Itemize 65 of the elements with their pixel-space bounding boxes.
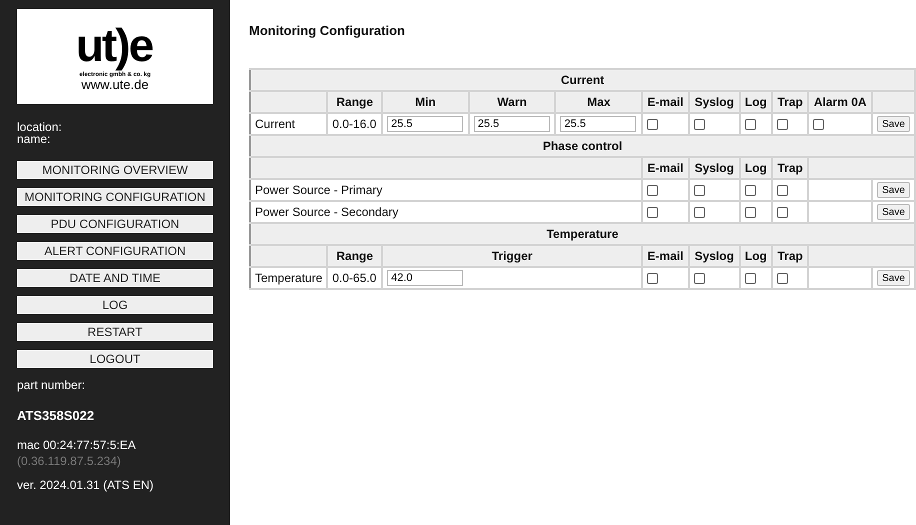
menu-button[interactable]: MONITORING CONFIGURATION [17, 188, 213, 206]
column-header: E-mail [642, 245, 689, 267]
checkbox[interactable] [744, 185, 756, 196]
checkbox[interactable] [744, 119, 756, 130]
save-button[interactable]: Save [877, 182, 910, 198]
column-header: E-mail [642, 157, 689, 179]
name-label: name: [17, 133, 52, 145]
checkbox[interactable] [777, 119, 788, 130]
column-header: Syslog [688, 157, 740, 179]
column-header: Range [327, 245, 382, 267]
mac-address: mac 00:24:77:57:5:EA [17, 438, 137, 452]
part-number: ATS358S022 [17, 408, 96, 423]
logo-url: www.ute.de [81, 78, 149, 90]
ip-address: (0.36.119.87.5.234) [17, 454, 122, 468]
save-button[interactable]: Save [877, 270, 910, 286]
column-header: Trigger [382, 245, 642, 267]
column-header: E-mail [642, 91, 689, 113]
table-cell: Power Source - Primary [250, 179, 642, 201]
checkbox[interactable] [694, 207, 705, 218]
column-header: Trap [772, 157, 808, 179]
menu-button[interactable]: MONITORING OVERVIEW [17, 161, 213, 179]
input-field[interactable]: 25.5 [474, 116, 550, 132]
menu-button[interactable]: ALERT CONFIGURATION [17, 242, 213, 260]
section-title: Phase control [250, 135, 915, 157]
column-header: Alarm 0A [808, 91, 872, 113]
column-header: Syslog [688, 91, 740, 113]
menu-button[interactable]: DATE AND TIME [17, 269, 213, 287]
menu-button[interactable]: PDU CONFIGURATION [17, 215, 213, 233]
section-title: Current [250, 69, 915, 91]
checkbox[interactable] [744, 207, 756, 218]
menu-button[interactable]: LOGOUT [17, 350, 213, 368]
checkbox[interactable] [647, 185, 658, 196]
checkbox[interactable] [647, 119, 658, 130]
table-cell: Temperature [250, 267, 328, 289]
menu-button[interactable]: RESTART [17, 323, 213, 341]
table-cell: 0.0-65.0 [327, 267, 382, 289]
page-title: Monitoring Configuration [249, 23, 406, 38]
save-button[interactable]: Save [877, 116, 910, 132]
column-header: Syslog [688, 245, 740, 267]
checkbox[interactable] [777, 273, 788, 284]
checkbox[interactable] [647, 207, 658, 218]
checkbox[interactable] [777, 207, 788, 218]
checkbox[interactable] [744, 273, 756, 284]
menu-button[interactable]: LOG [17, 296, 213, 314]
column-header: Trap [772, 91, 808, 113]
checkbox[interactable] [777, 185, 788, 196]
version-text: ver. 2024.01.31 (ATS EN) [17, 478, 155, 492]
part-number-label: part number: [17, 378, 86, 392]
location-label: location: [17, 121, 63, 133]
checkbox[interactable] [813, 119, 824, 130]
column-header: Range [327, 91, 382, 113]
section-title: Temperature [250, 223, 915, 245]
column-header: Trap [772, 245, 808, 267]
checkbox[interactable] [647, 273, 658, 284]
save-button[interactable]: Save [877, 204, 910, 220]
logo-mark: ut)e [76, 18, 154, 70]
checkbox[interactable] [694, 119, 705, 130]
column-header: Warn [468, 91, 556, 113]
checkbox[interactable] [694, 185, 705, 196]
input-field[interactable]: 42.0 [387, 270, 464, 286]
input-field[interactable]: 25.5 [387, 116, 464, 132]
input-field[interactable]: 25.5 [560, 116, 636, 132]
column-header: Max [555, 91, 642, 113]
checkbox[interactable] [694, 273, 705, 284]
column-header: Min [382, 91, 469, 113]
